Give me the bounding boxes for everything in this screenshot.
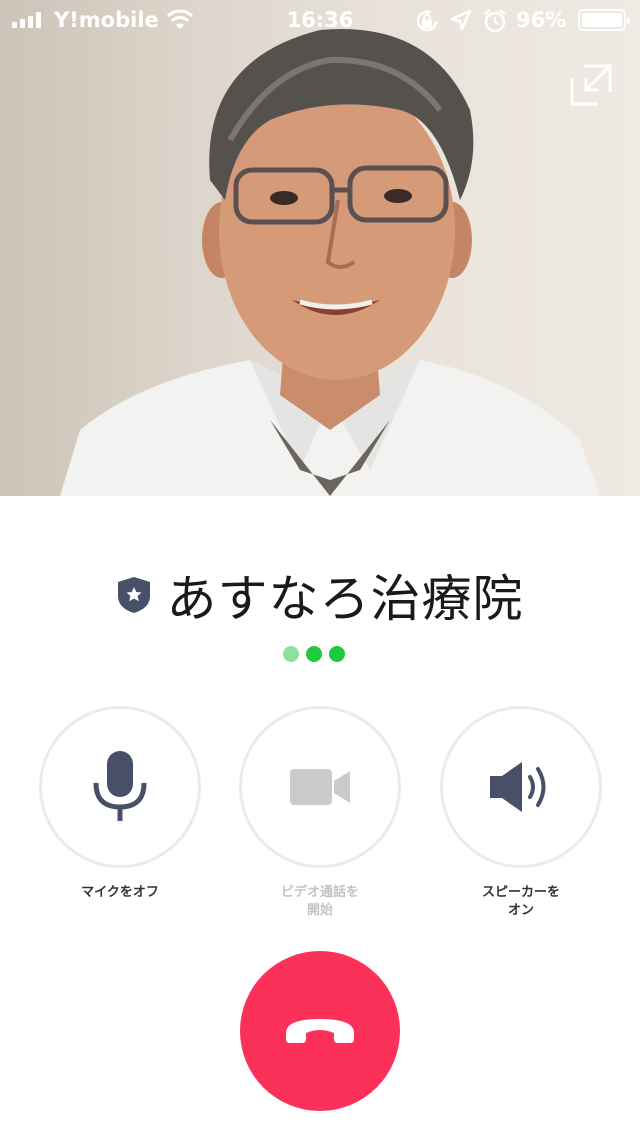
speaker-icon — [490, 762, 546, 812]
caller-photo — [0, 0, 640, 496]
start-video-label-line1: ビデオ通話を — [280, 885, 359, 900]
start-video-label-line2: 開始 — [306, 903, 333, 918]
speaker-label: スピーカーを オン — [440, 884, 602, 920]
speaker-action: スピーカーを オン — [440, 706, 602, 920]
mute-mic-action: マイクをオフ — [39, 706, 201, 902]
start-video-action: ビデオ通話を 開始 — [239, 706, 401, 920]
rotation-lock-icon — [416, 9, 438, 32]
start-video-label: ビデオ通話を 開始 — [239, 884, 401, 920]
mute-mic-label: マイクをオフ — [81, 885, 159, 900]
official-account-shield-icon — [117, 577, 150, 613]
connecting-indicator — [283, 646, 345, 662]
hangup-button[interactable] — [240, 951, 400, 1111]
speaker-label-line1: スピーカーを — [481, 885, 560, 900]
battery-percentage: 96% — [516, 8, 567, 32]
connecting-dot — [306, 646, 322, 662]
connecting-dot — [329, 646, 345, 662]
caller-name: あすなろ治療院 — [166, 570, 524, 628]
mute-mic-button[interactable] — [39, 706, 201, 868]
connecting-dot — [283, 646, 299, 662]
video-camera-icon — [290, 769, 350, 805]
speaker-button[interactable] — [440, 706, 602, 868]
call-actions: マイクをオフ ビデオ通話を 開始 スピーカーを オン — [0, 706, 640, 926]
caller-photo-illustration — [60, 29, 600, 496]
status-bar: Y!mobile 16:36 96% — [0, 0, 640, 40]
minimize-call-button[interactable] — [566, 60, 616, 110]
alarm-clock-icon — [484, 9, 506, 33]
start-video-button[interactable] — [239, 706, 401, 868]
battery-icon — [578, 9, 630, 31]
location-arrow-icon — [450, 9, 472, 31]
hangup-phone-icon — [286, 1019, 354, 1043]
caller-info: あすなろ治療院 — [0, 560, 640, 630]
speaker-label-line2: オン — [507, 903, 534, 918]
microphone-icon — [93, 751, 147, 821]
